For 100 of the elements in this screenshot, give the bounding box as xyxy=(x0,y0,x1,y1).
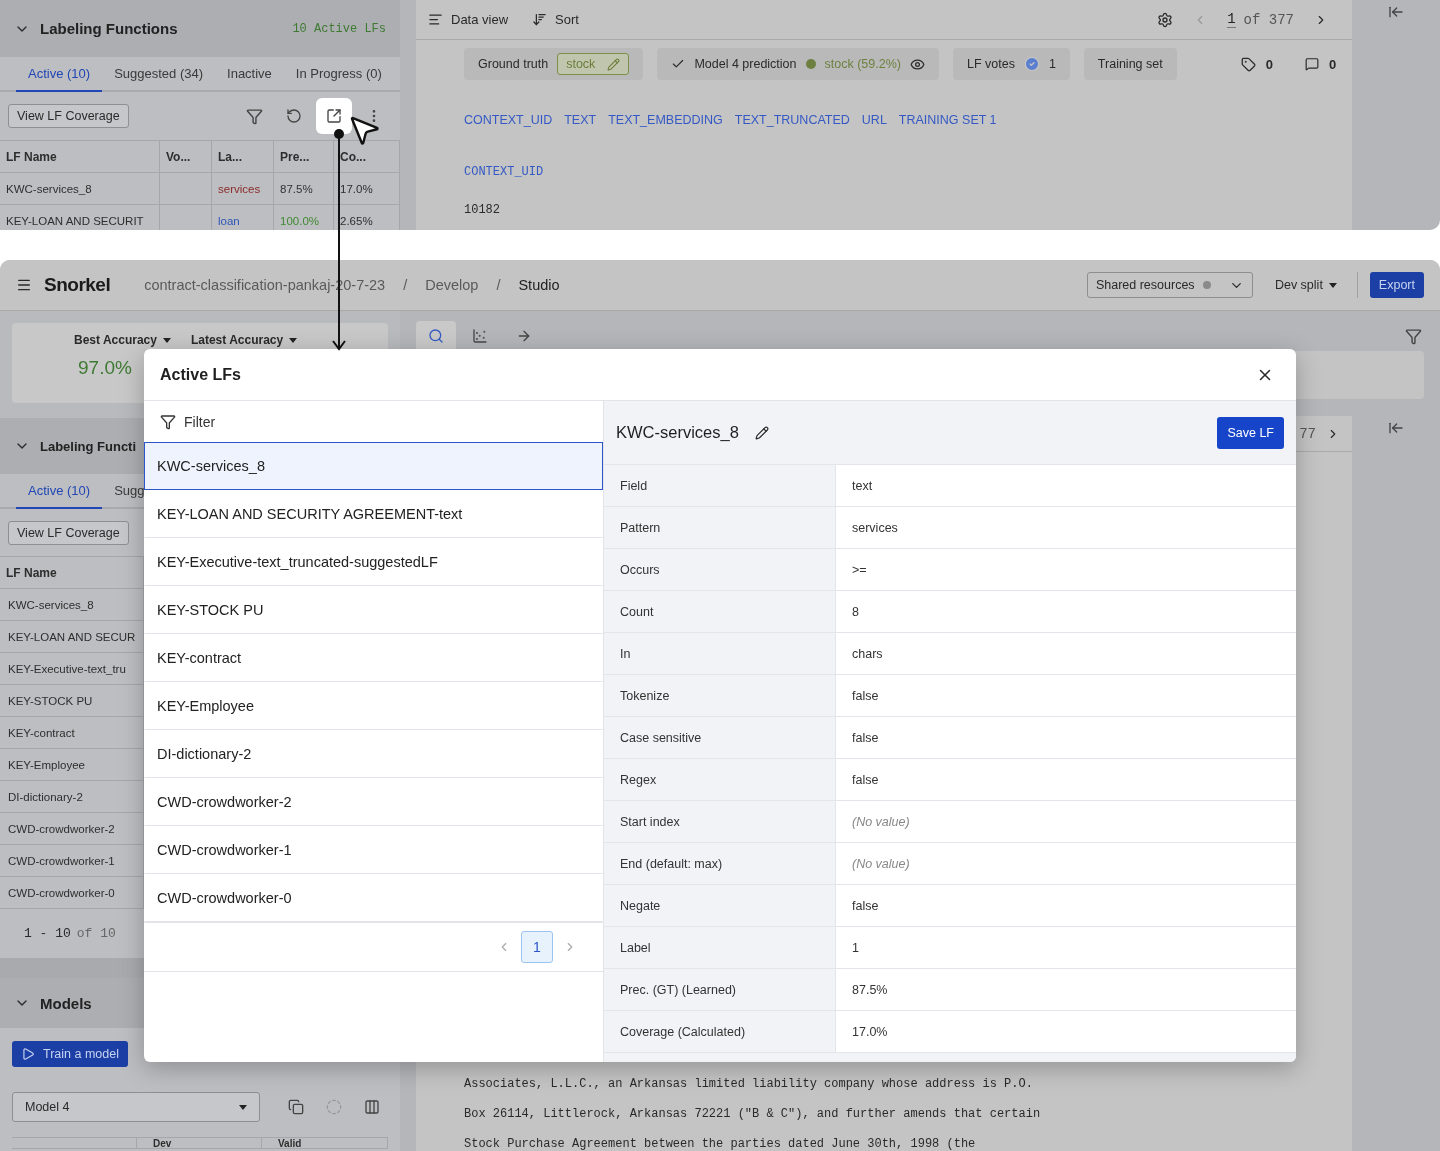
property-value: chars xyxy=(835,633,1296,675)
search-icon xyxy=(428,328,444,344)
sort-button[interactable]: Sort xyxy=(532,12,579,27)
column-link[interactable]: TRAINING SET 1 xyxy=(898,113,997,127)
menu-icon[interactable] xyxy=(16,277,32,293)
tag-count: 0 xyxy=(1265,56,1273,72)
property-value: 8 xyxy=(835,591,1296,633)
filter-icon xyxy=(245,107,263,125)
caret-icon xyxy=(162,337,171,343)
columns-icon[interactable] xyxy=(364,1099,380,1115)
page-number: 1 xyxy=(1227,11,1236,28)
data-view-button[interactable]: Data view xyxy=(428,12,509,27)
column-header: Dev xyxy=(137,1138,262,1149)
chip-label: Ground truth xyxy=(478,57,549,71)
shared-resources-select[interactable]: Shared resources xyxy=(1086,272,1253,298)
split-dropdown[interactable]: Dev split xyxy=(1274,278,1337,292)
breadcrumb-separator: / xyxy=(403,277,408,293)
property-value: 87.5% xyxy=(835,969,1296,1011)
property-value: (No value) xyxy=(835,801,1296,843)
accuracy-dropdown[interactable]: Best Accuracy xyxy=(74,333,171,347)
lf-list-item[interactable]: KEY-Executive-text_truncated-suggestedLF xyxy=(144,538,603,586)
lf-list-item[interactable]: KEY-STOCK PU xyxy=(144,586,603,634)
filter-icon[interactable] xyxy=(1405,327,1422,345)
column-link[interactable]: URL xyxy=(861,113,887,127)
document-line: Box 26114, Littlerock, Arkansas 72221 ("B & C"), and further amends that certain xyxy=(464,1107,1042,1121)
dialog-title: Active LFs xyxy=(160,365,241,384)
status-dot xyxy=(805,59,816,69)
undo-icon xyxy=(286,108,302,124)
lf-list-item[interactable]: DI-dictionary-2 xyxy=(144,730,603,778)
page-button[interactable]: 1 xyxy=(521,931,553,963)
collapse-icon[interactable] xyxy=(1388,4,1404,20)
column-link[interactable]: TEXT_EMBEDDING xyxy=(608,113,723,127)
lines-icon xyxy=(428,12,443,27)
copy-icon[interactable] xyxy=(288,1099,304,1115)
property-value: false xyxy=(835,759,1296,801)
page-range: 1 - 10 xyxy=(24,926,71,941)
search-tab[interactable] xyxy=(416,321,456,351)
column-header: Pre... xyxy=(274,141,334,173)
train-button[interactable]: Train a model xyxy=(12,1041,128,1067)
export-button[interactable]: Export xyxy=(1369,272,1424,298)
coverage-button[interactable]: View LF Coverage xyxy=(8,520,129,545)
model-select[interactable]: Model 4 xyxy=(12,1092,260,1122)
collapse-icon[interactable] xyxy=(1388,420,1404,436)
table-cell: loan xyxy=(212,205,274,230)
table-cell: 17.0% xyxy=(334,173,400,205)
comment-icon[interactable] xyxy=(1304,57,1319,71)
sort-icon xyxy=(532,12,548,27)
settings-icon[interactable] xyxy=(1157,11,1174,28)
external-link-icon xyxy=(326,108,342,124)
vote-count: 1 xyxy=(1048,57,1056,71)
tab[interactable]: Active (10) xyxy=(16,57,103,92)
table-cell: 2.65% xyxy=(334,205,400,230)
tab[interactable]: Active (10) xyxy=(16,474,103,509)
logo: Snorkel xyxy=(44,274,111,296)
tab[interactable]: Inactive xyxy=(215,57,284,92)
check-icon xyxy=(671,57,686,71)
save-button[interactable]: Save LF xyxy=(1217,416,1284,449)
property-value: text xyxy=(835,465,1296,507)
lf-list-item[interactable]: KEY-Employee xyxy=(144,682,603,730)
status-dot xyxy=(1202,281,1211,289)
tab[interactable]: In Progress (0) xyxy=(283,57,394,92)
accuracy-dropdown[interactable]: Latest Accuracy xyxy=(190,333,298,347)
column-link[interactable]: TEXT_TRUNCATED xyxy=(734,113,850,127)
lf-list-item[interactable]: KWC-services_8 xyxy=(144,442,603,490)
table-cell: 100.0% xyxy=(274,205,334,230)
table-cell: KEY-LOAN AND SECURIT xyxy=(0,205,160,230)
pencil-icon[interactable] xyxy=(754,425,769,440)
lf-title: KWC-services_8 xyxy=(616,423,739,442)
property-value: 1 xyxy=(835,927,1296,969)
tag-icon[interactable] xyxy=(1240,56,1256,72)
column-link[interactable]: TEXT xyxy=(564,113,597,127)
comment-count: 0 xyxy=(1328,56,1337,72)
property-value: (No value) xyxy=(835,843,1296,885)
page-total: of 10 xyxy=(76,926,116,941)
filter-button[interactable]: Filter xyxy=(144,401,603,442)
eye-icon[interactable] xyxy=(909,56,925,72)
breadcrumb-separator: / xyxy=(496,277,501,293)
page-total: of 377 xyxy=(1243,11,1294,28)
lf-list-item[interactable]: CWD-crowdworker-0 xyxy=(144,874,603,922)
table-cell: 87.5% xyxy=(274,173,334,205)
open-external-button[interactable] xyxy=(316,98,352,134)
caret-icon xyxy=(289,337,298,343)
lf-list-item[interactable]: CWD-crowdworker-2 xyxy=(144,778,603,826)
coverage-button[interactable]: View LF Coverage xyxy=(8,104,129,128)
property-value: false xyxy=(835,675,1296,717)
caret-icon xyxy=(1328,282,1337,288)
lf-list-item[interactable]: KEY-LOAN AND SECURITY AGREEMENT-text xyxy=(144,490,603,538)
chip-label: Training set xyxy=(1097,57,1163,71)
tab[interactable]: Suggested (34) xyxy=(102,57,216,92)
value-text: stock xyxy=(566,57,596,71)
field-value: 10182 xyxy=(463,203,501,217)
property-value: 17.0% xyxy=(835,1011,1296,1053)
lf-list-item[interactable]: CWD-crowdworker-1 xyxy=(144,826,603,874)
accuracy-value: 97.0% xyxy=(77,357,132,379)
chip-label: LF votes xyxy=(966,57,1015,71)
breadcrumb[interactable]: Develop xyxy=(425,277,479,293)
lf-list-item[interactable]: KEY-contract xyxy=(144,634,603,682)
breadcrumb[interactable]: Studio xyxy=(518,277,560,293)
document-line: Stock Purchase Agreement between the parties dated June 30th, 1998 (the xyxy=(464,1137,977,1151)
column-link[interactable]: CONTEXT_UID xyxy=(464,113,553,127)
